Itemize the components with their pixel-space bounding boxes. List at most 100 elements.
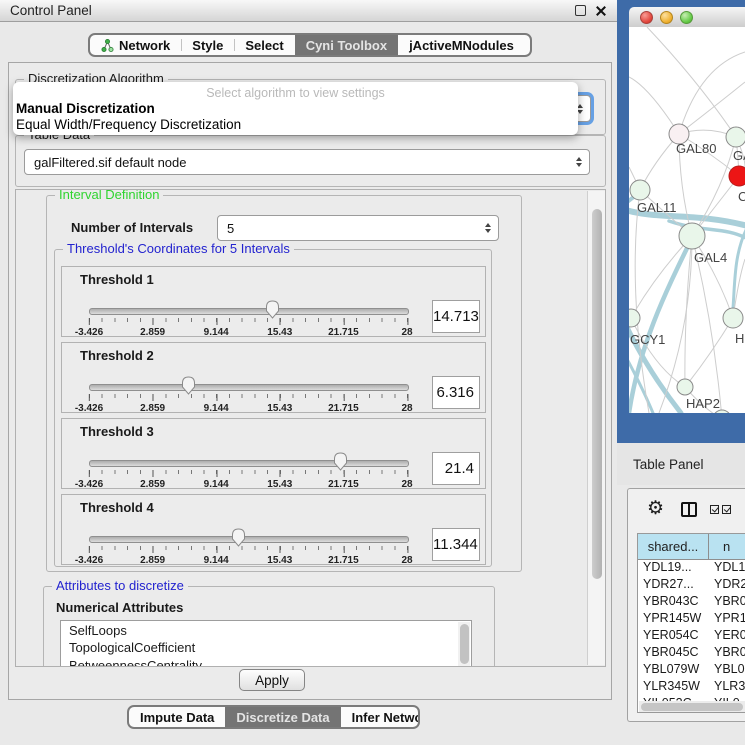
node-label: GA [733, 148, 745, 163]
cell-shared-name[interactable]: YBR043C [638, 594, 709, 611]
dropdown-option-equal-width-frequency[interactable]: Equal Width/Frequency Discretization [13, 117, 578, 133]
cell-shared-name[interactable]: YDR27... [638, 577, 709, 594]
threshold-value-field[interactable]: 21.4 [432, 452, 480, 485]
checkbox-icon[interactable] [722, 505, 731, 514]
cell-shared-name[interactable]: YDL19... [638, 560, 709, 577]
slider-track[interactable] [89, 308, 409, 315]
settings-scroll-viewport: Interval Definition Number of Intervals … [15, 189, 606, 667]
network-node[interactable] [630, 180, 650, 200]
cell-name[interactable]: YDL1 [709, 560, 745, 577]
table-row[interactable]: YPR145WYPR1 [638, 611, 745, 628]
network-window-titlebar[interactable] [629, 7, 745, 28]
cell-shared-name[interactable]: YBL079W [638, 662, 709, 679]
cell-shared-name[interactable]: YER054C [638, 628, 709, 645]
table-data-combobox[interactable]: galFiltered.sif default node [24, 149, 590, 175]
network-view-window: GAL80GACGAL11GAL4GCY1HHAP2 [617, 0, 745, 443]
axis-tick-label: 21.715 [328, 470, 359, 490]
screen: Control Panel Network Style Select Cyni … [0, 0, 745, 745]
cell-name[interactable]: YBL0 [709, 662, 745, 679]
table-row[interactable]: YBR043CYBR0 [638, 594, 745, 611]
network-node[interactable] [677, 379, 693, 395]
threshold-value-field[interactable]: 6.316 [432, 376, 480, 409]
cell-shared-name[interactable]: YLR345W [638, 679, 709, 696]
node-label: GAL11 [637, 200, 677, 215]
attribute-item[interactable]: TopologicalCoefficient [69, 639, 471, 656]
axis-tick-label: 28 [401, 470, 412, 490]
attribute-item[interactable]: BetweennessCentrality [69, 657, 471, 667]
threshold-slider[interactable]: -3.4262.8599.14415.4321.71528 [89, 452, 407, 490]
network-canvas[interactable]: GAL80GACGAL11GAL4GCY1HHAP2 [629, 27, 745, 413]
numerical-attributes-list[interactable]: SelfLoopsTopologicalCoefficientBetweenne… [60, 620, 472, 667]
scrollbar-thumb[interactable] [641, 703, 743, 711]
tab-jactivemnodules[interactable]: jActiveMNodules [398, 35, 525, 55]
network-node[interactable] [729, 166, 745, 186]
cell-name[interactable]: YBR0 [709, 594, 745, 611]
table-horizontal-scrollbar[interactable] [639, 701, 745, 713]
network-node[interactable] [629, 309, 640, 327]
threshold-slider[interactable]: -3.4262.8599.14415.4321.71528 [89, 376, 407, 414]
network-node[interactable] [726, 127, 745, 147]
axis-tick-label: 15.43 [267, 318, 292, 338]
table-row[interactable]: YLR345WYLR3 [638, 679, 745, 696]
threshold-slider[interactable]: -3.4262.8599.14415.4321.71528 [89, 300, 407, 338]
close-traffic-light-icon[interactable] [640, 11, 653, 24]
number-of-intervals-combobox[interactable]: 5 [217, 215, 499, 241]
slider-track[interactable] [89, 460, 409, 467]
dropdown-option-manual-discretization[interactable]: Manual Discretization [13, 101, 578, 117]
slider-thumb[interactable] [265, 300, 280, 319]
tab-discretize-data[interactable]: Discretize Data [225, 707, 340, 727]
combo-spinner-icon [485, 223, 491, 233]
cell-shared-name[interactable]: YBR045C [638, 645, 709, 662]
slider-thumb[interactable] [181, 376, 196, 395]
network-node[interactable] [723, 308, 743, 328]
tab-network[interactable]: Network [90, 35, 181, 55]
cell-name[interactable]: YDR2 [709, 577, 745, 594]
cell-name[interactable]: YLR3 [709, 679, 745, 696]
close-icon[interactable] [595, 5, 607, 17]
network-node[interactable] [679, 223, 705, 249]
tab-label: Network [119, 38, 170, 53]
checkbox-icon[interactable] [710, 505, 719, 514]
attribute-item[interactable]: SelfLoops [69, 622, 471, 639]
cell-name[interactable]: YPR1 [709, 611, 745, 628]
threshold-slider[interactable]: -3.4262.8599.14415.4321.71528 [89, 528, 407, 566]
cell-name[interactable]: YBR0 [709, 645, 745, 662]
slider-thumb[interactable] [231, 528, 246, 547]
top-tab-bar: Network Style Select Cyni Toolbox jActiv… [88, 33, 532, 57]
slider-track[interactable] [89, 384, 409, 391]
scrollbar-thumb[interactable] [592, 209, 602, 579]
apply-button[interactable]: Apply [239, 669, 305, 691]
cell-name[interactable]: YER0 [709, 628, 745, 645]
tab-cyni-toolbox[interactable]: Cyni Toolbox [295, 35, 398, 55]
axis-tick-label: 9.144 [204, 546, 229, 566]
settings-vertical-scrollbar[interactable] [587, 191, 605, 665]
attributes-list-scrollbar[interactable] [458, 622, 470, 667]
table-row[interactable]: YDR27...YDR2 [638, 577, 745, 594]
split-view-icon[interactable] [681, 502, 697, 517]
slider-track[interactable] [89, 536, 409, 543]
minimize-traffic-light-icon[interactable] [660, 11, 673, 24]
axis-tick-label: 15.43 [267, 470, 292, 490]
gear-icon[interactable]: ⚙ [647, 498, 664, 520]
float-window-icon[interactable] [575, 5, 586, 16]
tab-infer-network[interactable]: Infer Network [341, 707, 420, 727]
column-header-shared-name[interactable]: shared... [638, 534, 709, 559]
table-row[interactable]: YDL19...YDL1 [638, 560, 745, 577]
number-of-intervals-label: Number of Intervals [71, 220, 211, 235]
slider-thumb[interactable] [333, 452, 348, 471]
column-header-name[interactable]: n [709, 534, 745, 559]
threshold-value-field[interactable]: 11.344 [432, 528, 480, 561]
tab-style[interactable]: Style [181, 35, 234, 55]
zoom-traffic-light-icon[interactable] [680, 11, 693, 24]
threshold-value-field[interactable]: 14.713 [432, 300, 480, 333]
table-row[interactable]: YBR045CYBR0 [638, 645, 745, 662]
table-panel-window: ⚙ shared... n YDL19...YDL1YDR27...YDR2YB… [627, 488, 745, 722]
tab-impute-data[interactable]: Impute Data [129, 707, 225, 727]
cyni-toolbox-panel: Discretization Algorithm Select algorith… [8, 62, 612, 700]
node-label: H [735, 331, 744, 346]
threshold-row: Threshold 3-3.4262.8599.14415.4321.71528… [61, 418, 486, 489]
table-row[interactable]: YBL079WYBL0 [638, 662, 745, 679]
tab-select[interactable]: Select [234, 35, 294, 55]
table-row[interactable]: YER054CYER0 [638, 628, 745, 645]
cell-shared-name[interactable]: YPR145W [638, 611, 709, 628]
